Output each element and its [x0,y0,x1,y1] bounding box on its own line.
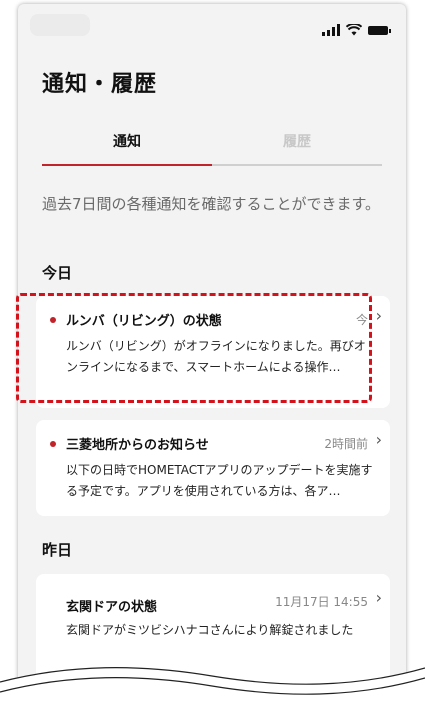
notification-card[interactable]: 三菱地所からのお知らせ 2時間前 › 以下の日時でHOMETACTアプリのアップ… [36,420,390,516]
highlight-box [16,293,372,403]
chevron-right-icon: › [375,430,382,449]
unread-dot-icon [50,441,56,447]
tab-bar: 通知 履歴 [42,128,382,168]
notification-title: 玄関ドアの状態 [66,600,158,615]
notification-title: 三菱地所からのお知らせ [66,438,209,453]
section-label-yesterday: 昨日 [42,541,73,559]
description-text: 過去7日間の各種通知を確認することができます。 [42,195,381,213]
chevron-right-icon: › [375,588,382,607]
tab-history[interactable]: 履歴 [212,128,382,156]
tab-indicator-active [42,164,212,166]
chevron-right-icon: › [375,306,382,325]
page-title: 通知・履歴 [42,72,158,97]
notification-body: 玄関ドアがミツビシハナコさんにより解錠されました [66,623,354,637]
wifi-icon [346,24,362,36]
battery-icon [368,25,391,35]
notification-time: 2時間前 [324,437,368,451]
tab-indicator-inactive [212,164,382,166]
tab-notifications[interactable]: 通知 [42,128,212,156]
notification-body: 以下の日時でHOMETACTアプリのアップデートを実施する予定です。アプリを使用… [66,463,373,498]
status-bar-placeholder [30,14,90,36]
torn-edge [0,667,425,719]
section-label-today: 今日 [42,264,73,282]
status-bar [322,24,391,36]
signal-icon [322,24,340,36]
notification-time: 11月17日 14:55 [275,595,368,609]
